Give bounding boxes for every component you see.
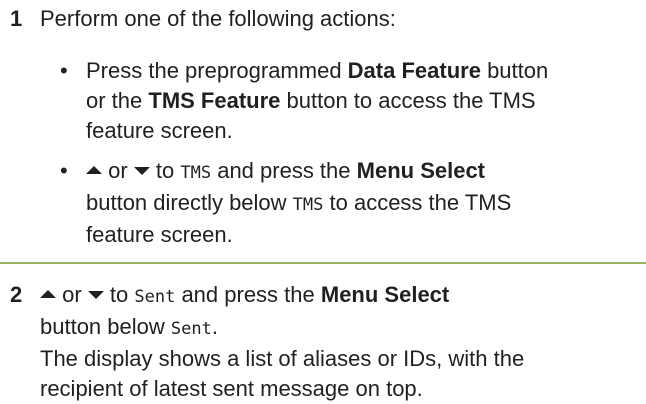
step-line: button below Sent.: [40, 312, 524, 344]
text: button: [480, 58, 549, 83]
text: and press the: [175, 282, 321, 307]
step-1: 1 Perform one of the following actions: …: [0, 4, 646, 254]
down-arrow-icon: [87, 291, 104, 300]
tms-display-text: TMS: [180, 163, 212, 183]
data-feature-button-label: Data Feature: [347, 58, 481, 83]
bullet-line: Press the preprogrammed Data Feature but…: [86, 56, 646, 86]
menu-select-button-label: Menu Select: [356, 158, 486, 183]
text: and press the: [211, 158, 357, 183]
text: button directly below: [86, 190, 293, 215]
step-line: or to Sent and press the Menu Select: [40, 280, 524, 312]
menu-select-button-label: Menu Select: [320, 282, 450, 307]
sent-display-text: Sent: [134, 287, 176, 307]
step-line: recipient of latest sent message on top.: [40, 376, 423, 401]
text: or: [56, 282, 88, 307]
bullet-icon: •: [60, 158, 68, 183]
step-instruction: or to Sent and press the Menu Select but…: [40, 280, 524, 404]
step-2: 2 or to Sent and press the Menu Select b…: [0, 280, 646, 401]
text: or: [102, 158, 134, 183]
bullet-line: or the TMS Feature button to access the …: [86, 86, 646, 116]
text: to access the TMS: [323, 190, 512, 215]
tms-display-text: TMS: [292, 195, 324, 215]
text: to: [149, 158, 181, 183]
text: to: [103, 282, 135, 307]
text: .: [211, 314, 218, 339]
bullet-line: button directly below TMS to access the …: [86, 188, 646, 220]
list-item: • or to TMS and press the Menu Select bu…: [40, 156, 646, 250]
text: or the: [86, 88, 149, 113]
text: button below: [40, 314, 171, 339]
text: Press the preprogrammed: [86, 58, 348, 83]
text: button to access the TMS: [280, 88, 536, 113]
down-arrow-icon: [133, 167, 150, 176]
step-number: 1: [10, 6, 23, 31]
step-divider: [0, 262, 646, 264]
bullet-line: feature screen.: [86, 222, 233, 247]
up-arrow-icon: [40, 290, 56, 299]
sent-display-text: Sent: [170, 319, 212, 339]
bullet-icon: •: [60, 58, 68, 83]
step-number: 2: [10, 282, 23, 307]
tms-feature-button-label: TMS Feature: [148, 88, 281, 113]
step-instruction: Perform one of the following actions:: [40, 6, 396, 31]
bullet-line: or to TMS and press the Menu Select: [86, 156, 646, 188]
step-line: The display shows a list of aliases or I…: [40, 346, 525, 371]
up-arrow-icon: [86, 166, 102, 175]
bullet-line: feature screen.: [86, 118, 233, 143]
list-item: • Press the preprogrammed Data Feature b…: [40, 56, 646, 146]
bullet-list: • Press the preprogrammed Data Feature b…: [40, 56, 646, 260]
